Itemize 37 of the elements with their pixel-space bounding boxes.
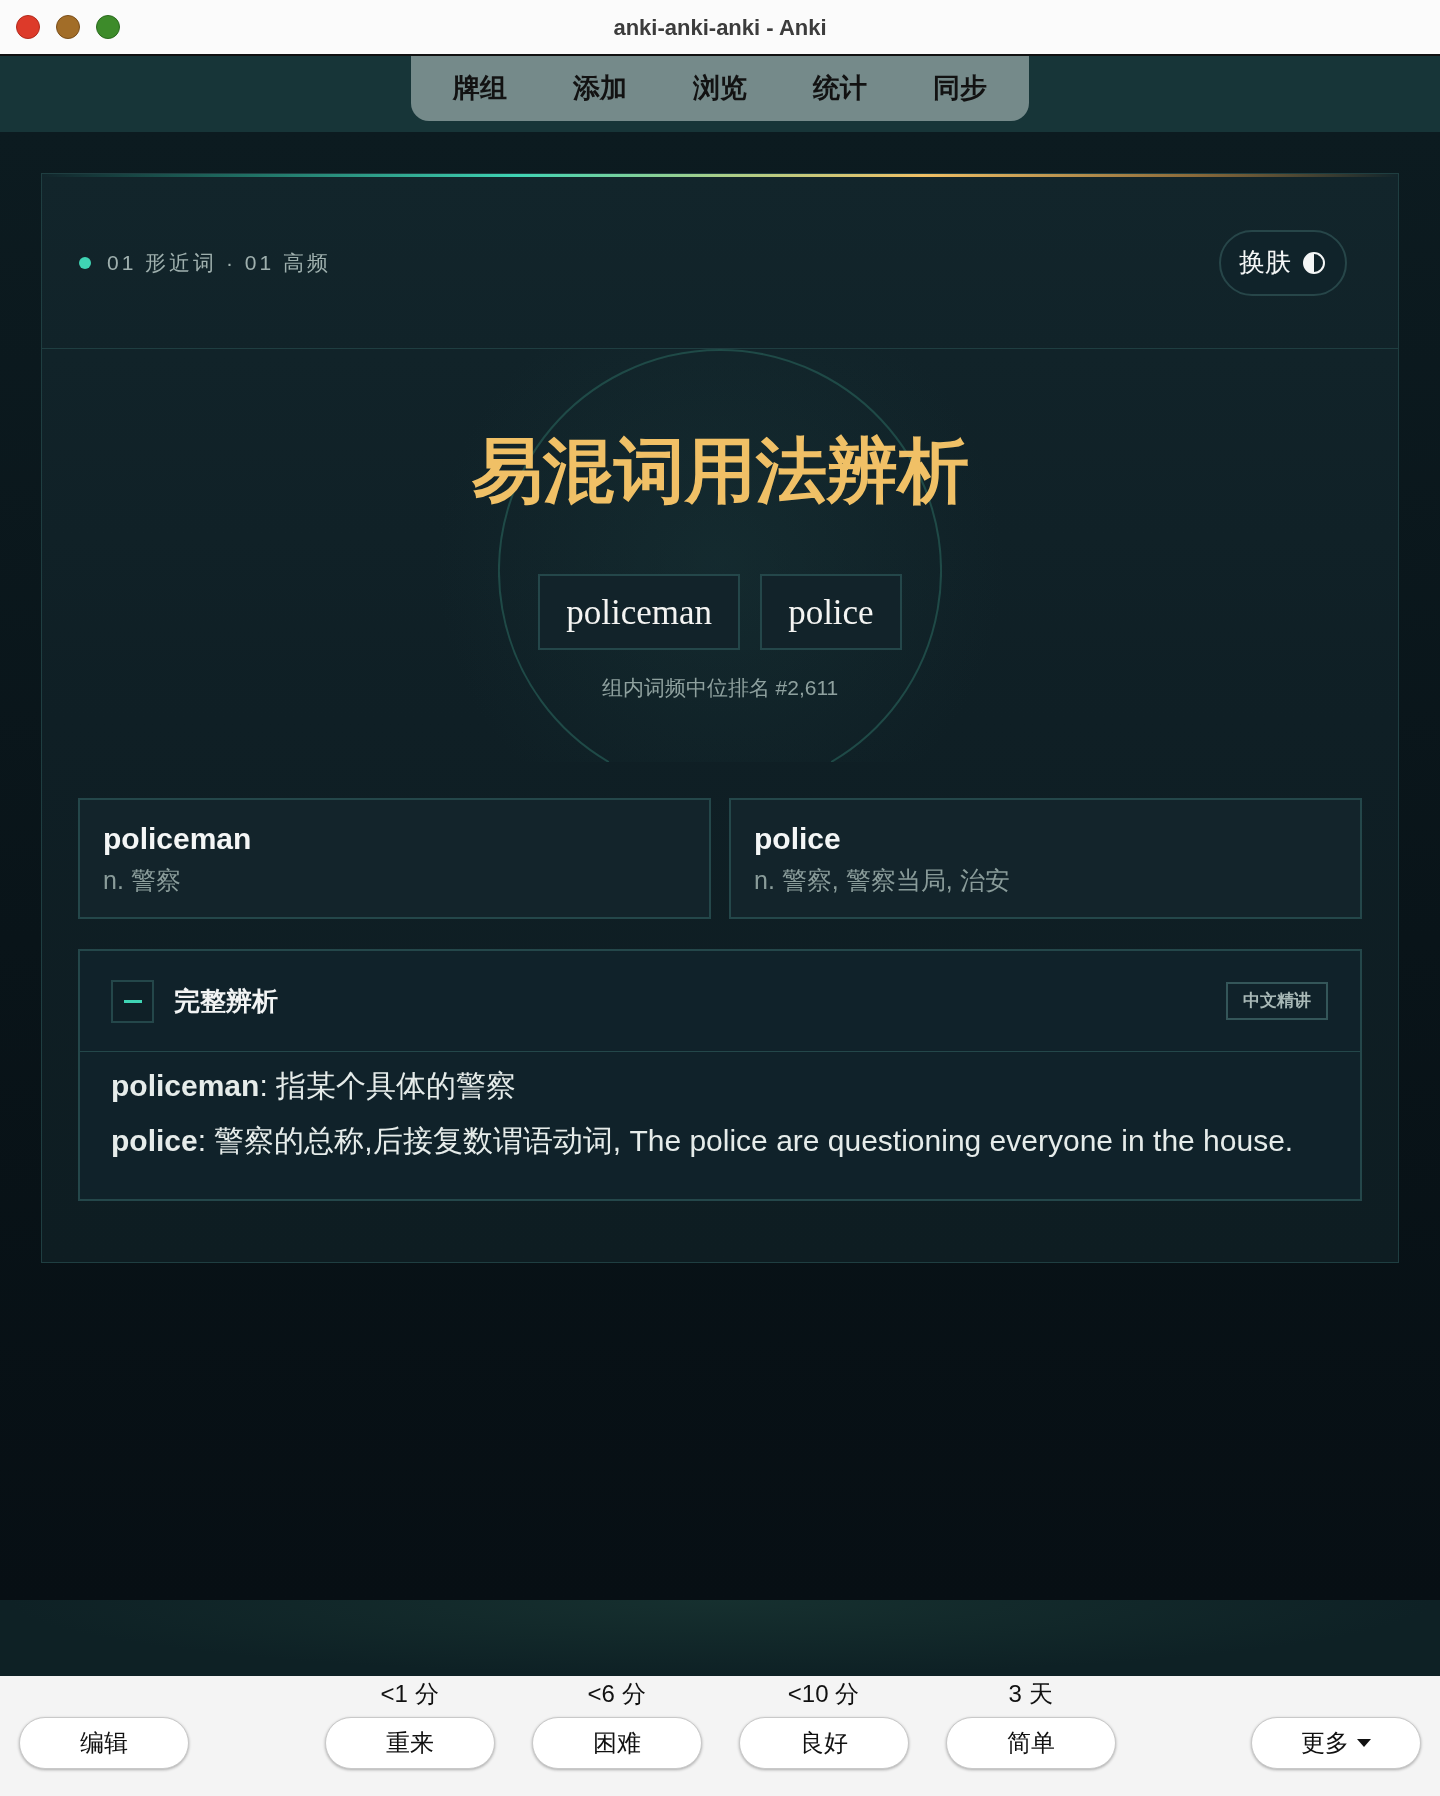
window-minimize-button[interactable] bbox=[56, 15, 80, 39]
theme-button[interactable]: 换肤 bbox=[1219, 229, 1347, 296]
interval-label: 3 天 bbox=[1008, 1680, 1053, 1708]
answer-button[interactable]: 简单 bbox=[945, 1717, 1116, 1769]
nav-tab[interactable]: 浏览 bbox=[660, 56, 780, 121]
edit-button[interactable]: 编辑 bbox=[19, 1717, 189, 1769]
status-dot-icon bbox=[79, 256, 91, 269]
card-title: 易混词用法辨析 bbox=[470, 430, 970, 512]
word-label: policeman bbox=[103, 821, 253, 857]
rank-label: 组内词频中位排名 #2,611 bbox=[600, 675, 840, 701]
section-title: 完整辨析 bbox=[174, 984, 278, 1018]
word-chip: police bbox=[760, 574, 902, 650]
caret-icon bbox=[1357, 1739, 1371, 1747]
contrast-icon bbox=[1303, 251, 1325, 274]
language-tag: 中文精讲 bbox=[1226, 982, 1328, 1020]
window-close-button[interactable] bbox=[16, 15, 40, 39]
meaning-text: n. 警察, 警察当局, 治安 bbox=[754, 865, 1011, 896]
interval-label: <6 分 bbox=[587, 1680, 646, 1708]
analysis-line: police: 警察的总称,后接复数谓语动词, The police are questioning everyone in the house. bbox=[111, 1123, 1295, 1159]
nav-tab[interactable]: 统计 bbox=[780, 56, 900, 121]
nav-tab[interactable]: 添加 bbox=[540, 56, 660, 121]
interval-label: <1 分 bbox=[380, 1680, 439, 1708]
category-label: 01 形近词 · 01 高频 bbox=[107, 249, 332, 276]
window-title: anki-anki-anki - Anki bbox=[613, 13, 827, 42]
nav-tab[interactable]: 牌组 bbox=[420, 56, 540, 121]
analysis-line: policeman: 指某个具体的警察 bbox=[111, 1068, 518, 1104]
answer-button[interactable]: 困难 bbox=[531, 1717, 702, 1769]
answer-button[interactable]: 重来 bbox=[324, 1717, 495, 1769]
nav-tab[interactable]: 同步 bbox=[900, 56, 1020, 121]
answer-button[interactable]: 良好 bbox=[738, 1717, 909, 1769]
collapse-button[interactable] bbox=[111, 979, 154, 1023]
window-zoom-button[interactable] bbox=[96, 15, 120, 39]
meaning-text: n. 警察 bbox=[103, 865, 182, 896]
word-label: police bbox=[754, 821, 842, 857]
word-chip: policeman bbox=[538, 574, 741, 650]
more-button[interactable]: 更多 bbox=[1251, 1717, 1421, 1769]
interval-label: <10 分 bbox=[787, 1680, 860, 1708]
